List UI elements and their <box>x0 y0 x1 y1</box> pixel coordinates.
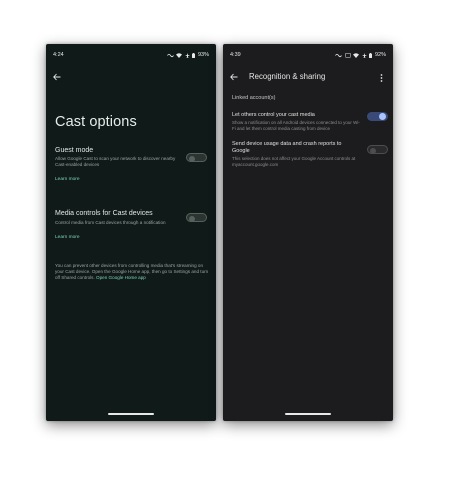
usage-data-toggle[interactable] <box>367 145 388 154</box>
battery-percent: 93% <box>197 52 209 58</box>
page-title: Cast options <box>55 114 137 130</box>
mute-icon <box>167 53 174 58</box>
toggle-knob <box>379 113 386 120</box>
guest-mode-subtitle: Allow Google Cast to scan your network t… <box>55 156 176 167</box>
status-time: 4:39 <box>230 52 241 58</box>
let-others-toggle[interactable] <box>367 112 388 121</box>
mute-icon <box>335 53 343 58</box>
back-arrow-icon[interactable] <box>52 72 62 82</box>
more-vert-icon[interactable] <box>377 73 385 82</box>
wifi-icon <box>176 52 183 58</box>
battery-icon <box>192 52 196 58</box>
media-controls-title: Media controls for Cast devices <box>55 210 153 217</box>
shared-controls-note: You can prevent other devices from contr… <box>55 263 211 281</box>
gesture-nav-bar[interactable] <box>108 413 154 415</box>
battery-icon <box>369 52 373 58</box>
airplane-icon <box>361 52 367 58</box>
cast-icon <box>344 52 351 58</box>
battery-percent: 92% <box>374 52 386 58</box>
toggle-knob <box>370 147 376 154</box>
wifi-icon <box>353 52 360 58</box>
gesture-nav-bar[interactable] <box>285 413 331 415</box>
page-title: Recognition & sharing <box>249 72 326 81</box>
toggle-knob <box>189 215 195 222</box>
status-bar: 4:24 93% <box>53 52 209 60</box>
status-time: 4:24 <box>53 52 64 58</box>
media-controls-learn-more-link[interactable]: Learn more <box>55 235 80 240</box>
media-controls-subtitle: Control media from Cast devices through … <box>55 220 166 225</box>
usage-data-subtitle: This selection does not affect your Goog… <box>232 156 356 167</box>
open-google-home-link[interactable]: Open Google Home app <box>96 275 146 280</box>
toggle-knob <box>189 155 195 162</box>
let-others-title: Let others control your cast media <box>232 112 315 118</box>
airplane-icon <box>184 52 190 58</box>
section-linked-accounts: Linked account(s) <box>232 95 276 101</box>
media-controls-toggle[interactable] <box>186 213 207 222</box>
guest-mode-title: Guest mode <box>55 147 94 154</box>
usage-data-title: Send device usage data and crash reports… <box>232 141 342 154</box>
guest-mode-toggle[interactable] <box>186 153 207 162</box>
guest-mode-learn-more-link[interactable]: Learn more <box>55 177 80 182</box>
let-others-subtitle: Show a notification on all Android devic… <box>232 120 360 131</box>
recognition-sharing-screen: 4:39 92% Recognition & sharing Linked ac… <box>223 44 393 421</box>
status-bar: 4:39 92% <box>230 52 386 60</box>
cast-options-screen: 4:24 93% Cast options Guest mode Allow G… <box>46 44 216 421</box>
back-arrow-icon[interactable] <box>229 72 239 82</box>
